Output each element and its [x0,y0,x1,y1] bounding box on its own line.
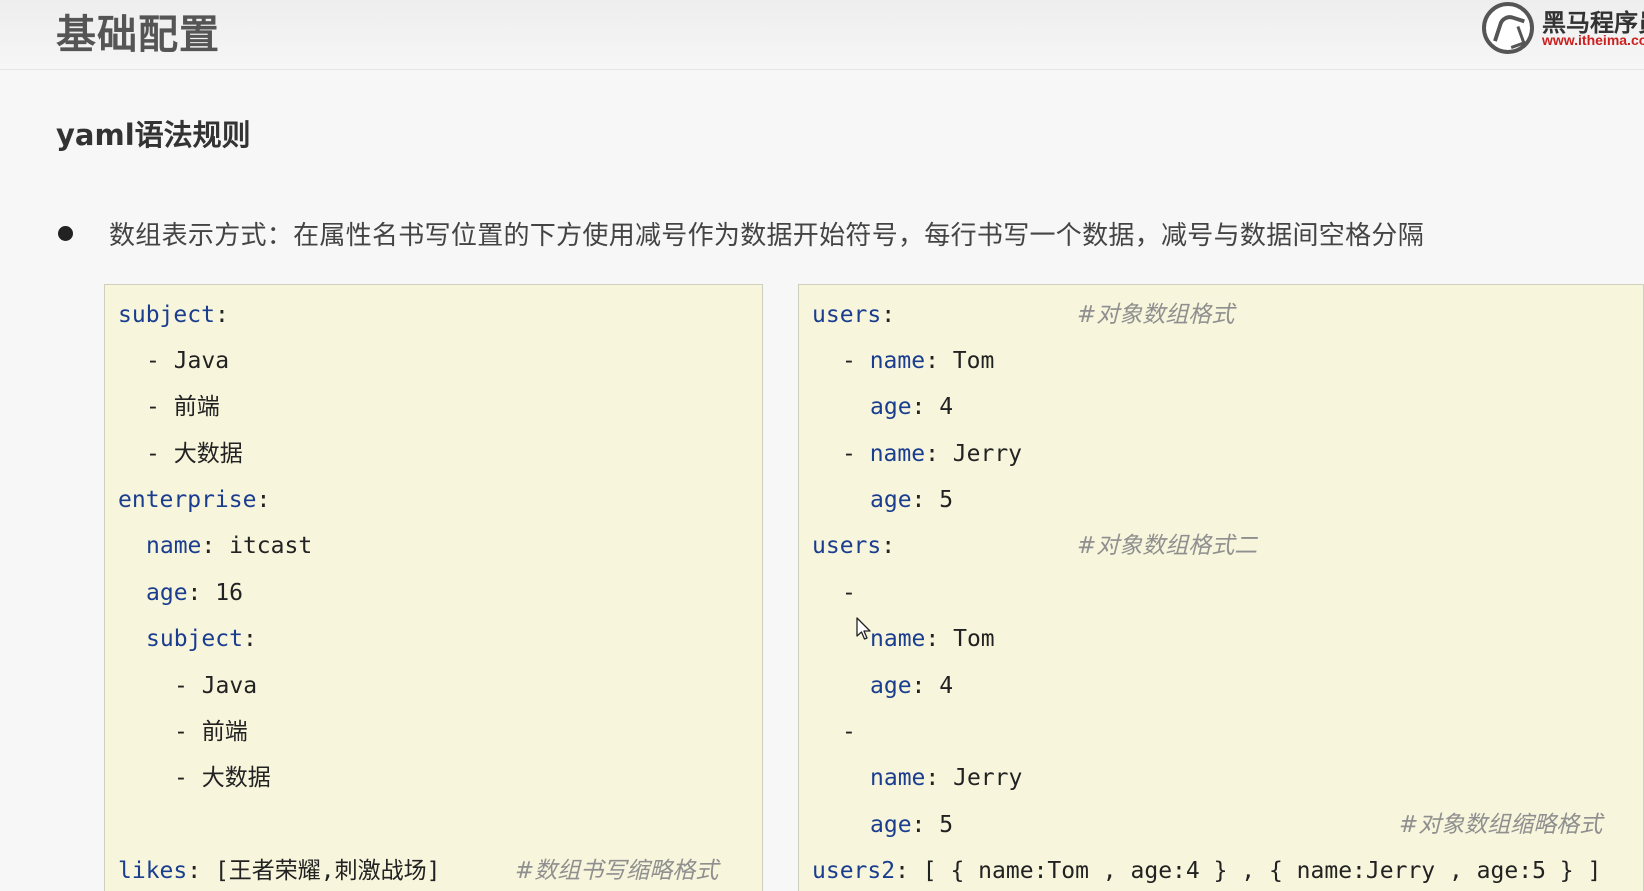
logo-url: www.itheima.com [1542,32,1644,48]
code-block-left: subject: - Java - 前端 - 大数据 enterprise: n… [104,284,763,891]
code-line: age: 5 [870,812,954,838]
bullet-text: 数组表示方式：在属性名书写位置的下方使用减号作为数据开始符号，每行书写一个数据，… [109,221,1425,251]
code-line: subject: [146,626,257,652]
code-line: users2: [ { name:Tom , age:4 } , { name:… [812,858,1602,884]
slide-title: 基础配置 [56,12,220,58]
code-line: - 大数据 [146,441,243,467]
code-comment: #数组书写缩略格式 [515,858,719,884]
code-line: name: Jerry [870,765,1023,791]
code-comment: #对象数组缩略格式 [1399,812,1603,838]
code-line: - Java [174,673,258,699]
code-comment: #对象数组格式二 [1077,533,1258,559]
itheima-horse-logo-icon [1482,2,1534,54]
brand-logo: 黑马程序员 www.itheima.com [1482,0,1644,56]
code-line: - [842,719,856,745]
code-line: - [842,580,856,606]
section-title: yaml语法规则 [56,118,251,152]
code-line: users: [812,533,896,559]
code-line: age: 5 [870,487,954,513]
code-comment: #对象数组格式 [1077,302,1235,328]
code-line: age: 4 [870,394,954,420]
code-line: enterprise: [118,487,271,513]
bullet-dot-icon [58,226,73,241]
code-line: likes: [王者荣耀,刺激战场] [118,858,441,884]
code-line: - 前端 [146,394,220,420]
code-line: age: 16 [146,580,243,606]
code-line: name: Tom [870,626,995,652]
code-block-right: users: #对象数组格式 - name: Tom age: 4 - name… [798,284,1644,891]
code-line: subject: [118,302,229,328]
code-line: - name: Tom [842,348,995,374]
code-line: age: 4 [870,673,954,699]
code-line: - 大数据 [174,765,271,791]
code-line: name: itcast [146,533,313,559]
code-line: users: [812,302,896,328]
code-line: - name: Jerry [842,441,1023,467]
mouse-cursor-icon [856,617,871,640]
slide-header: 基础配置 黑马程序员 www.itheima.com [0,0,1644,70]
code-line: - Java [146,348,230,374]
code-line: - 前端 [174,719,248,745]
